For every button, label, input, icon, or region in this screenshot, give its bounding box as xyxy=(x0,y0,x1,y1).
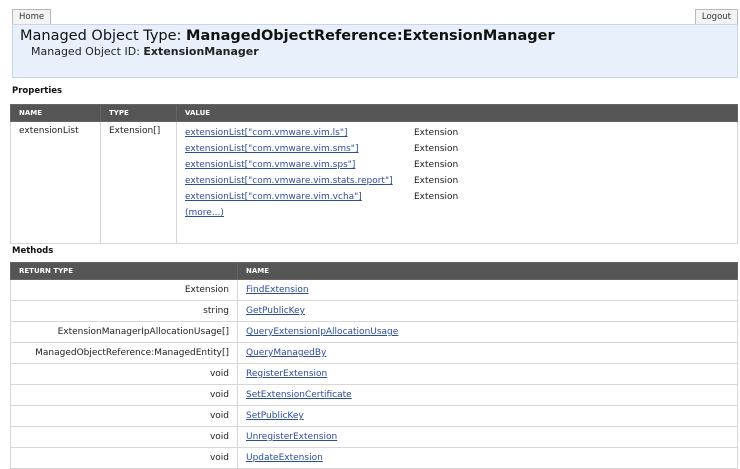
method-link[interactable]: FindExtension xyxy=(246,285,309,295)
method-cell: UpdateExtension xyxy=(237,447,738,469)
method-link[interactable]: SetExtensionCertificate xyxy=(246,390,352,400)
table-row: Extension FindExtension xyxy=(10,279,738,301)
more-link[interactable]: (more...) xyxy=(185,208,224,218)
method-cell: QueryExtensionIpAllocationUsage xyxy=(237,321,738,343)
table-row: ExtensionManagerIpAllocationUsage[] Query… xyxy=(10,321,738,343)
prop-value: extensionList["com.vmware.vim.ls"] Extens… xyxy=(176,121,738,244)
id-prefix: Managed Object ID: xyxy=(31,45,144,58)
methods-table: RETURN TYPE NAME Extension FindExtension … xyxy=(10,262,738,469)
col-value: VALUE xyxy=(176,104,738,122)
return-type: void xyxy=(10,447,238,469)
object-id: Managed Object ID: ExtensionManager xyxy=(31,45,259,58)
prop-name: extensionList xyxy=(10,121,101,244)
table-row: ManagedObjectReference:ManagedEntity[] Qu… xyxy=(10,342,738,364)
return-type: Extension xyxy=(10,279,238,301)
table-row: extensionList Extension[] extensionList[… xyxy=(10,121,738,244)
method-link[interactable]: QueryExtensionIpAllocationUsage xyxy=(246,327,398,337)
list-item: extensionList["com.vmware.vim.sps"] Exten… xyxy=(185,158,729,174)
return-type: string xyxy=(10,300,238,322)
method-link[interactable]: RegisterExtension xyxy=(246,369,327,379)
properties-table: NAME TYPE VALUE extensionList Extension[… xyxy=(10,104,738,244)
list-item: extensionList["com.vmware.vim.ls"] Extens… xyxy=(185,126,729,142)
return-type: void xyxy=(10,405,238,427)
table-row: string GetPublicKey xyxy=(10,300,738,322)
method-link[interactable]: QueryManagedBy xyxy=(246,348,326,358)
logout-link[interactable]: Logout xyxy=(694,9,738,24)
table-row: void UpdateExtension xyxy=(10,447,738,469)
title-prefix: Managed Object Type: xyxy=(20,28,187,44)
extension-type: Extension xyxy=(414,160,459,170)
properties-header-row: NAME TYPE VALUE xyxy=(10,104,738,122)
extension-type: Extension xyxy=(414,128,459,138)
table-row: void SetExtensionCertificate xyxy=(10,384,738,406)
title-type: ManagedObjectReference:ExtensionManager xyxy=(186,28,555,44)
return-type: void xyxy=(10,363,238,385)
col-type: TYPE xyxy=(100,104,177,122)
method-cell: QueryManagedBy xyxy=(237,342,738,364)
top-bar: Home Logout xyxy=(0,0,740,26)
method-cell: SetPublicKey xyxy=(237,405,738,427)
extension-link[interactable]: extensionList["com.vmware.vim.sms"] xyxy=(185,142,414,158)
col-method-name: NAME xyxy=(237,262,738,280)
col-return-type: RETURN TYPE xyxy=(10,262,238,280)
method-cell: FindExtension xyxy=(237,279,738,301)
return-type: void xyxy=(10,384,238,406)
extension-list: extensionList["com.vmware.vim.ls"] Extens… xyxy=(185,126,729,222)
method-link[interactable]: GetPublicKey xyxy=(246,306,305,316)
home-link[interactable]: Home xyxy=(12,9,52,24)
table-row: void SetPublicKey xyxy=(10,405,738,427)
page-title: Managed Object Type: ManagedObjectRefere… xyxy=(20,28,555,44)
method-cell: GetPublicKey xyxy=(237,300,738,322)
list-item: (more...) xyxy=(185,206,729,222)
method-link[interactable]: UpdateExtension xyxy=(246,453,323,463)
methods-heading: Methods xyxy=(12,246,54,256)
object-header: Managed Object Type: ManagedObjectRefere… xyxy=(12,24,738,78)
method-link[interactable]: SetPublicKey xyxy=(246,411,304,421)
extension-link[interactable]: extensionList["com.vmware.vim.sps"] xyxy=(185,158,414,174)
methods-header-row: RETURN TYPE NAME xyxy=(10,262,738,280)
prop-type: Extension[] xyxy=(100,121,177,244)
extension-type: Extension xyxy=(414,144,459,154)
method-cell: UnregisterExtension xyxy=(237,426,738,448)
method-cell: RegisterExtension xyxy=(237,363,738,385)
properties-heading: Properties xyxy=(12,86,63,96)
list-item: extensionList["com.vmware.vim.sms"] Exten… xyxy=(185,142,729,158)
return-type: ManagedObjectReference:ManagedEntity[] xyxy=(10,342,238,364)
table-row: void RegisterExtension xyxy=(10,363,738,385)
return-type: ExtensionManagerIpAllocationUsage[] xyxy=(10,321,238,343)
list-item: extensionList["com.vmware.vim.stats.repo… xyxy=(185,174,729,190)
method-link[interactable]: UnregisterExtension xyxy=(246,432,337,442)
extension-link[interactable]: extensionList["com.vmware.vim.vcha"] xyxy=(185,190,414,206)
method-cell: SetExtensionCertificate xyxy=(237,384,738,406)
list-item: extensionList["com.vmware.vim.vcha"] Exte… xyxy=(185,190,729,206)
extension-link[interactable]: extensionList["com.vmware.vim.ls"] xyxy=(185,126,414,142)
extension-type: Extension xyxy=(414,192,459,202)
return-type: void xyxy=(10,426,238,448)
table-row: void UnregisterExtension xyxy=(10,426,738,448)
id-value: ExtensionManager xyxy=(143,45,259,58)
extension-type: Extension xyxy=(414,176,459,186)
col-name: NAME xyxy=(10,104,101,122)
extension-link[interactable]: extensionList["com.vmware.vim.stats.repo… xyxy=(185,174,414,190)
